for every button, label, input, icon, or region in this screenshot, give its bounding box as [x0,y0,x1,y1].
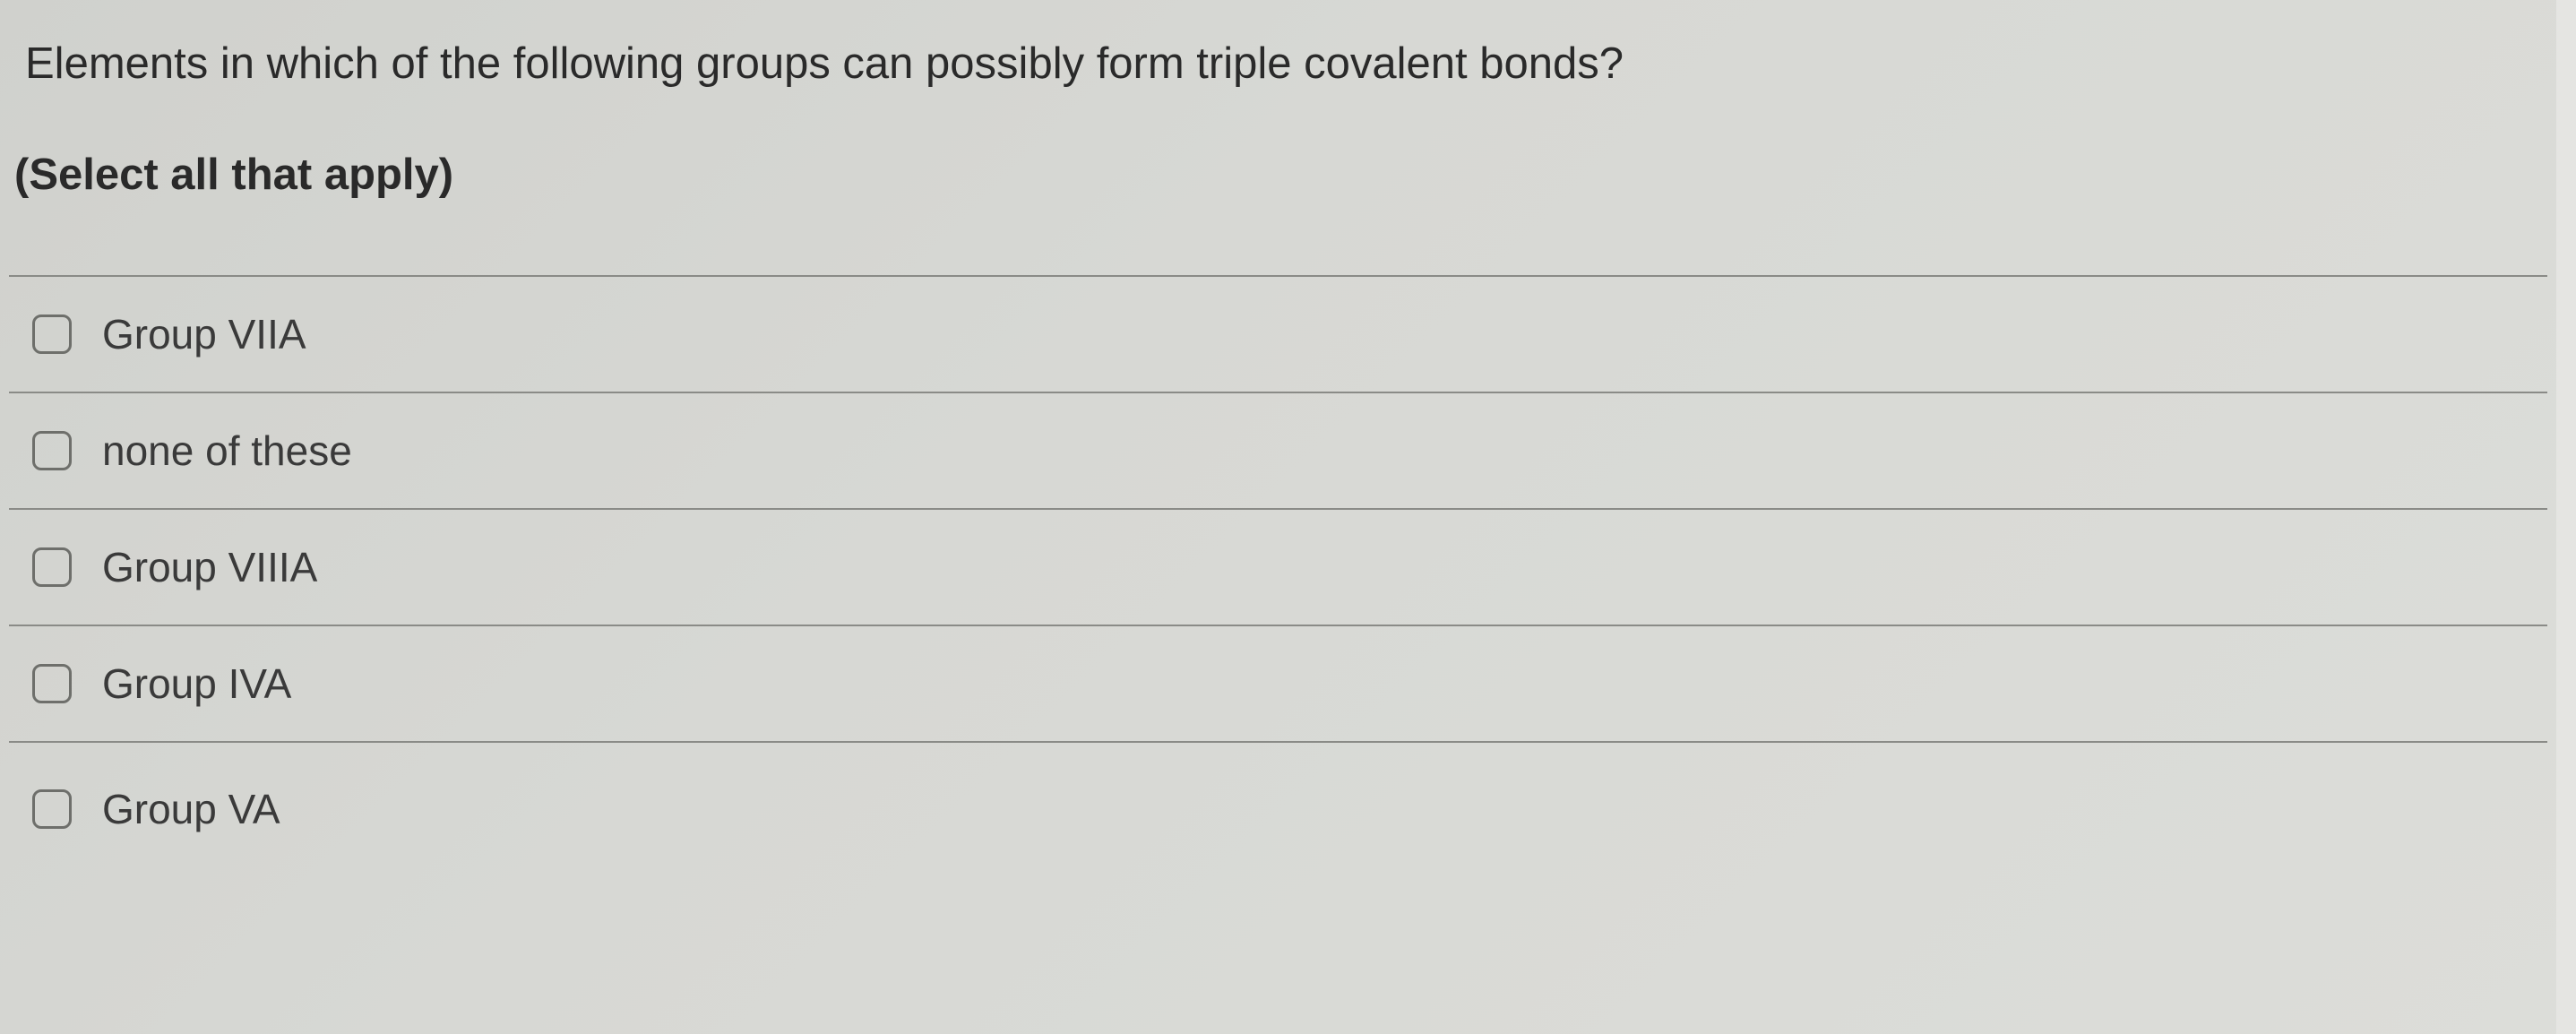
option-label: Group VA [102,787,280,832]
option-label: Group VIIA [102,312,306,358]
option-row[interactable]: Group VA [9,741,2547,857]
checkbox-icon[interactable] [32,547,72,587]
question-instruction: (Select all that apply) [9,93,2547,204]
checkbox-icon[interactable] [32,315,72,354]
option-label: none of these [102,428,352,474]
options-list: Group VIIA none of these Group VIIIA Gro… [9,275,2547,857]
question-page: Elements in which of the following group… [0,0,2576,1034]
option-row[interactable]: Group VIIIA [9,508,2547,625]
checkbox-icon[interactable] [32,664,72,703]
question-prompt: Elements in which of the following group… [9,36,2547,93]
option-row[interactable]: Group IVA [9,625,2547,741]
checkbox-icon[interactable] [32,789,72,829]
checkbox-icon[interactable] [32,431,72,470]
option-row[interactable]: Group VIIA [9,275,2547,392]
option-label: Group IVA [102,661,291,707]
option-row[interactable]: none of these [9,392,2547,508]
option-label: Group VIIIA [102,545,317,590]
